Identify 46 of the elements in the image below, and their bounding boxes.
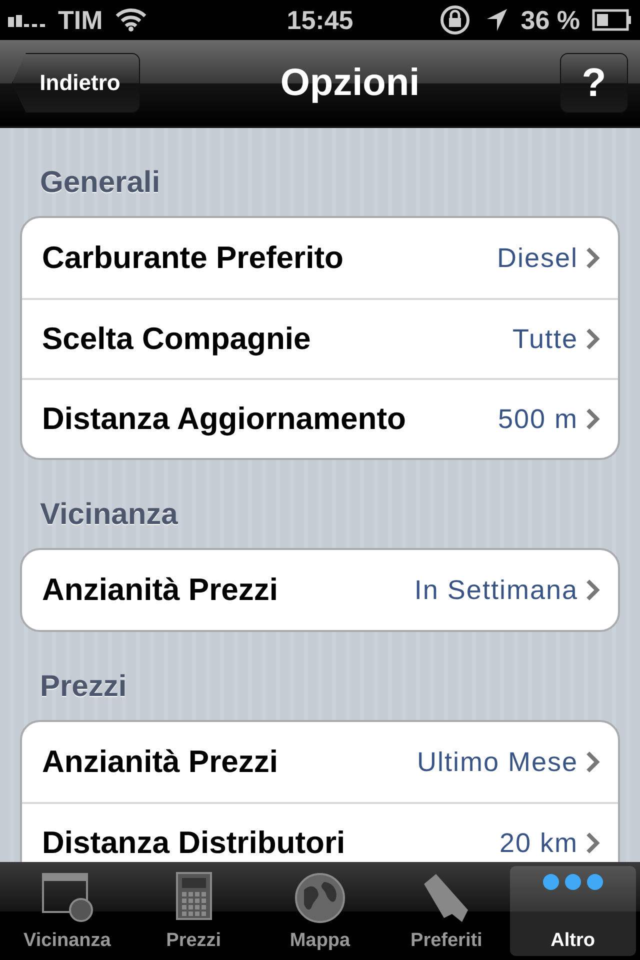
window-globe-icon [41, 872, 94, 922]
bookmark-icon [422, 872, 470, 924]
signal-icon [8, 13, 46, 27]
row-label: Distanza Aggiornamento [42, 401, 406, 437]
row-value: 20 km [499, 828, 578, 858]
wifi-icon [114, 8, 147, 32]
settings-row[interactable]: Distanza Aggiornamento 500 m [22, 378, 618, 458]
chevron-icon [586, 579, 600, 601]
settings-row[interactable]: Scelta Compagnie Tutte [22, 298, 618, 378]
row-label: Scelta Compagnie [42, 321, 311, 357]
help-button[interactable]: ? [560, 53, 628, 113]
settings-row[interactable]: Anzianità Prezzi In Settimana [22, 550, 618, 630]
tab-bar-item[interactable]: Mappa [256, 866, 384, 956]
settings-row[interactable]: Anzianità Prezzi Ultimo Mese [22, 722, 618, 802]
tab-bar-item[interactable]: Vicinanza [4, 866, 130, 956]
section-header: Vicinanza [39, 497, 179, 533]
clock-time: 15:45 [286, 4, 354, 36]
chevron-icon [586, 328, 600, 350]
carrier-name: TIM [58, 4, 103, 36]
row-label: Carburante Preferito [42, 240, 344, 276]
chevron-icon [586, 751, 600, 773]
row-value: 500 m [498, 404, 578, 434]
section-header: Generali [39, 165, 162, 201]
chevron-icon [586, 247, 600, 269]
globe-icon [294, 872, 346, 924]
tab-bar-item[interactable]: Altro [510, 866, 636, 956]
more-icon [540, 872, 605, 892]
row-value: In Settimana [414, 574, 578, 606]
row-value: Tutte [512, 324, 578, 354]
chevron-icon [586, 408, 600, 430]
row-label: Anzianità Prezzi [42, 744, 278, 780]
screen-title: Opzioni [280, 62, 420, 104]
section-header: Prezzi [39, 669, 128, 705]
calculator-icon [176, 872, 212, 920]
battery-percent: 36 % [520, 4, 580, 36]
tab-bar-item[interactable]: Preferiti [383, 866, 510, 956]
row-label: Anzianità Prezzi [42, 572, 278, 608]
back-button[interactable]: Indietro [12, 53, 140, 113]
location-arrow-icon [484, 7, 509, 33]
settings-row[interactable]: Carburante Preferito Diesel [22, 218, 618, 298]
row-label: Distanza Distributori [42, 825, 346, 861]
row-value: Ultimo Mese [416, 746, 578, 778]
battery-icon [592, 9, 632, 31]
tab-bar-item[interactable]: Prezzi [130, 866, 257, 956]
chevron-icon [586, 832, 600, 854]
row-value: Diesel [496, 242, 578, 274]
